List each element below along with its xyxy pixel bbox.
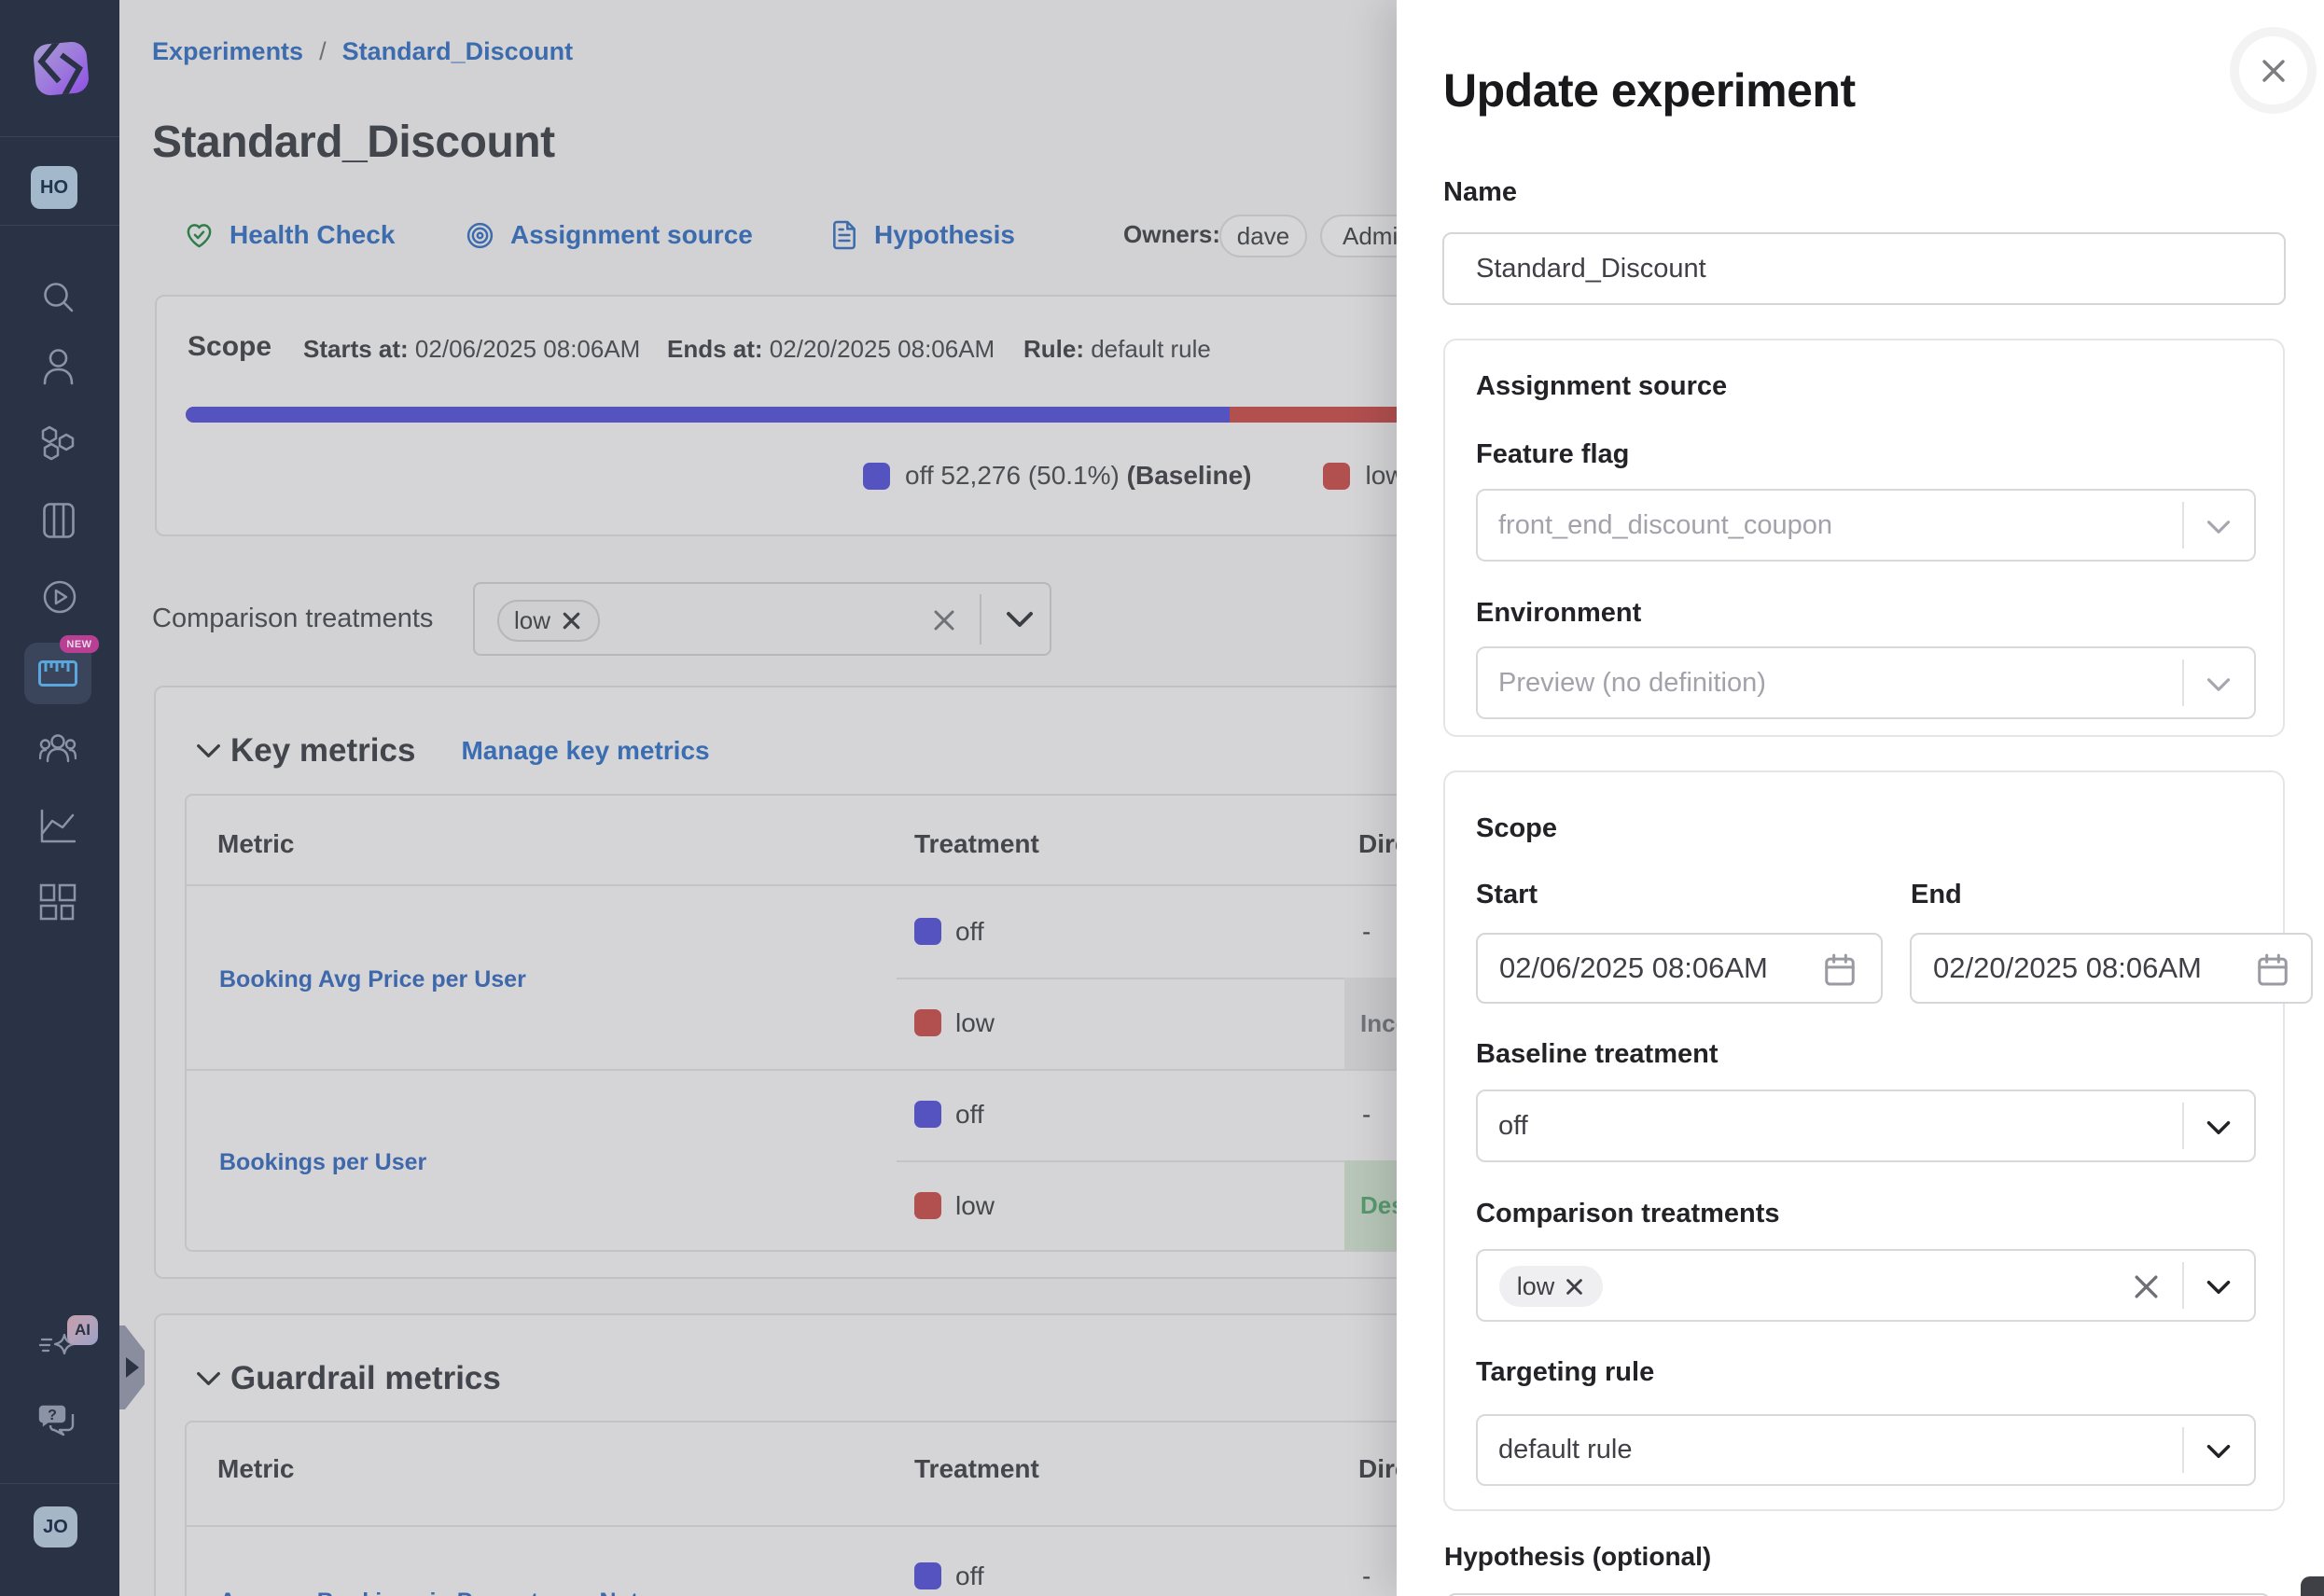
svg-text:?: ?: [48, 1408, 57, 1423]
